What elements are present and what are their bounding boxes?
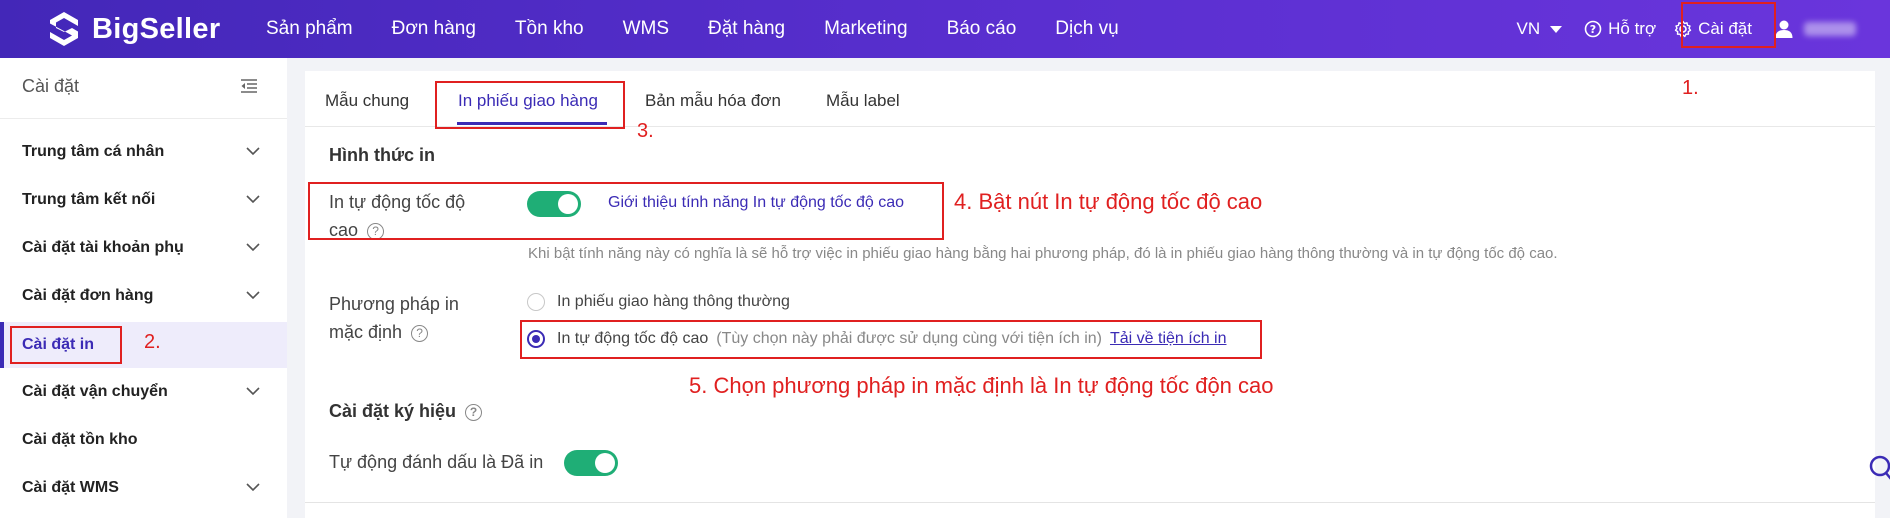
tab-mau-chung[interactable]: Mẫu chung (325, 91, 409, 111)
chevron-down-icon (246, 147, 260, 156)
nav-marketing[interactable]: Marketing (824, 18, 907, 40)
auto-mark-label: Tự động đánh dấu là Đã in (329, 452, 544, 472)
language-label: VN (1516, 19, 1541, 38)
sidebar-item-cai-dat-van-chuyen[interactable]: Cài đặt vận chuyển (0, 369, 287, 415)
active-tab-indicator (457, 122, 607, 125)
radio-option-auto[interactable]: In tự động tốc độ cao (Tùy chọn này phải… (527, 330, 1226, 348)
annotation-step-4: 4. Bật nút In tự động tốc độ cao (954, 189, 1263, 214)
default-method-label-text: Phương pháp in mặc định (329, 294, 459, 342)
help-label: Hỗ trợ (1608, 19, 1657, 38)
top-navbar: BigSeller Sản phẩm Đơn hàng Tồn kho WMS … (0, 0, 1890, 58)
sidebar-item-label: Cài đặt vận chuyển (22, 383, 168, 400)
annotation-step-2: 2. (144, 331, 161, 353)
auto-print-label-text: In tự động tốc độ cao (329, 192, 466, 240)
bigseller-logo-icon (50, 12, 78, 46)
sidebar-item-cai-dat-wms[interactable]: Cài đặt WMS (0, 465, 287, 511)
radio-button-checked[interactable] (527, 330, 545, 348)
annotation-step-3: 3. (637, 120, 654, 142)
auto-print-label: In tự động tốc độ cao ? (329, 188, 499, 244)
nav-san-pham[interactable]: Sản phẩm (266, 18, 353, 40)
question-circle-icon[interactable]: ? (411, 324, 429, 342)
symbol-settings-title: Cài đặt ký hiệu ? (329, 401, 483, 422)
nav-dat-hang[interactable]: Đặt hàng (708, 18, 785, 40)
nav-dich-vu[interactable]: Dịch vụ (1055, 18, 1118, 40)
download-plugin-link[interactable]: Tải về tiện ích in (1110, 330, 1227, 348)
radio-option-label: In phiếu giao hàng thông thường (557, 293, 790, 310)
user-icon[interactable] (1774, 19, 1794, 39)
question-circle-icon[interactable]: ? (465, 403, 483, 421)
annotation-step-5: 5. Chọn phương pháp in mặc định là In tự… (689, 373, 1274, 398)
auto-mark-toggle[interactable] (564, 450, 618, 476)
settings-button[interactable]: Cài đặt (1674, 19, 1752, 39)
sidebar-item-trung-tam-ket-noi[interactable]: Trung tâm kết nối (0, 177, 287, 223)
nav-don-hang[interactable]: Đơn hàng (392, 18, 476, 40)
sidebar-item-cai-dat-tai-khoan-phu[interactable]: Cài đặt tài khoản phụ (0, 225, 287, 271)
svg-text:?: ? (1590, 23, 1596, 36)
sidebar-title: Cài đặt (22, 76, 80, 96)
nav-bao-cao[interactable]: Báo cáo (947, 18, 1017, 40)
question-circle-icon[interactable]: ? (367, 222, 385, 240)
chevron-down-icon (246, 291, 260, 300)
sidebar-item-label: Cài đặt in (22, 336, 95, 353)
bigseller-logo[interactable]: BigSeller (44, 10, 220, 48)
sidebar-item-label: Cài đặt tồn kho (22, 431, 138, 448)
annotation-step-1: 1. (1682, 77, 1699, 99)
tab-ban-mau-hoa-don[interactable]: Bản mẫu hóa đơn (645, 91, 781, 111)
sidebar-item-label: Trung tâm cá nhân (22, 143, 165, 160)
main-nav: Sản phẩm Đơn hàng Tồn kho WMS Đặt hàng M… (266, 0, 1158, 58)
gear-icon (1674, 20, 1692, 38)
toggle-knob (558, 194, 578, 214)
tab-in-phieu-giao-hang[interactable]: In phiếu giao hàng (458, 91, 598, 111)
symbol-settings-title-text: Cài đặt ký hiệu (329, 401, 457, 421)
radio-option-label: In tự động tốc độ cao (557, 330, 709, 347)
radio-option-hint: (Tùy chọn này phải được sử dụng cùng với… (716, 330, 1102, 347)
sidebar-item-trung-tam-ca-nhan[interactable]: Trung tâm cá nhân (0, 129, 287, 175)
username-blurred[interactable] (1804, 22, 1856, 36)
sidebar-item-label: Cài đặt đơn hàng (22, 287, 154, 304)
language-selector[interactable]: VN (1517, 19, 1563, 39)
logo-text: BigSeller (92, 12, 221, 45)
search-icon[interactable] (1866, 454, 1890, 482)
settings-sidebar: Cài đặt Trung tâm cá nhân Trung tâm kết … (0, 58, 287, 518)
chevron-down-icon (246, 243, 260, 252)
sidebar-item-cai-dat-ton-kho[interactable]: Cài đặt tồn kho (0, 417, 287, 463)
chevron-down-icon (246, 483, 260, 492)
section-divider (305, 502, 1875, 503)
nav-wms[interactable]: WMS (623, 18, 669, 40)
help-button[interactable]: ? Hỗ trợ (1584, 19, 1656, 39)
sidebar-divider (0, 118, 287, 119)
right-nav: VN ? Hỗ trợ Cài đặt (1517, 0, 1890, 58)
chevron-down-icon (246, 195, 260, 204)
toggle-knob (595, 453, 615, 473)
print-tabs: Mẫu chung In phiếu giao hàng Bản mẫu hóa… (305, 71, 1875, 127)
auto-print-toggle[interactable] (527, 191, 581, 217)
nav-ton-kho[interactable]: Tồn kho (515, 18, 584, 40)
auto-print-intro-link[interactable]: Giới thiệu tính năng In tự động tốc độ c… (608, 194, 904, 212)
auto-print-description: Khi bật tính năng này có nghĩa là sẽ hỗ … (528, 245, 1558, 262)
question-circle-icon: ? (1584, 20, 1602, 38)
tab-mau-label[interactable]: Mẫu label (826, 91, 900, 111)
sidebar-item-label: Cài đặt WMS (22, 479, 119, 496)
sidebar-item-label: Trung tâm kết nối (22, 191, 156, 208)
collapse-menu-icon[interactable] (240, 78, 258, 94)
radio-option-normal[interactable]: In phiếu giao hàng thông thường (527, 293, 790, 311)
settings-content: Mẫu chung In phiếu giao hàng Bản mẫu hóa… (305, 71, 1875, 518)
caret-down-icon (1550, 25, 1563, 33)
sidebar-item-cai-dat-don-hang[interactable]: Cài đặt đơn hàng (0, 273, 287, 319)
default-method-label: Phương pháp in mặc định ? (329, 290, 489, 346)
settings-label: Cài đặt (1698, 19, 1752, 38)
sidebar-item-label: Cài đặt tài khoản phụ (22, 239, 184, 256)
print-method-title: Hình thức in (329, 145, 436, 165)
chevron-down-icon (246, 387, 260, 396)
radio-button[interactable] (527, 293, 545, 311)
